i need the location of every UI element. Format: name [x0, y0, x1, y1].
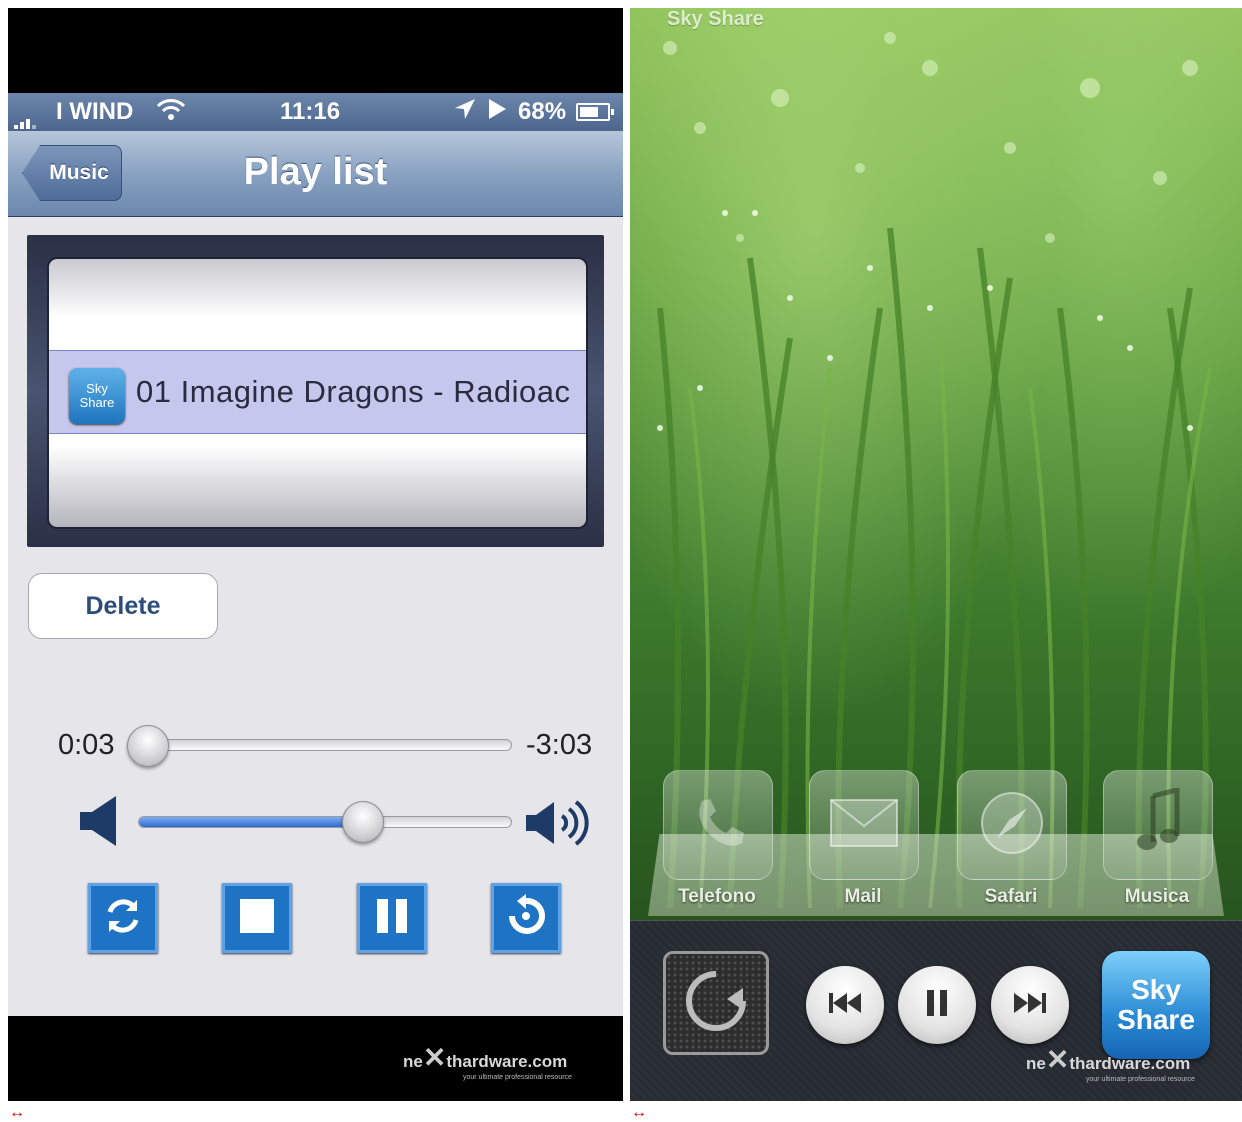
watermark: ne✕thardware.com your ultimate professio…: [403, 1041, 572, 1081]
delete-button[interactable]: Delete: [28, 573, 218, 639]
selected-track-row[interactable]: Sky Share 01 Imagine Dragons - Radioac: [49, 350, 586, 434]
previous-track-button[interactable]: [806, 966, 884, 1044]
navigation-bar: Music Play list: [8, 131, 623, 217]
volume-min-icon: [78, 794, 122, 853]
multitask-switcher-bar: Sky Share ne✕thardware.com your ultimate…: [630, 920, 1242, 1101]
stop-button[interactable]: [222, 883, 292, 953]
compass-icon: [977, 788, 1047, 863]
volume-max-icon: [524, 798, 596, 853]
dock-label-safari: Safari: [984, 886, 1038, 907]
dock-app-safari[interactable]: [957, 770, 1067, 880]
watermark-brand-b: thardware.com: [446, 1052, 568, 1071]
progress-track[interactable]: [140, 739, 512, 751]
rotation-lock-icon: [681, 966, 751, 1041]
music-note-icon: [1133, 786, 1183, 863]
dock-label-musica: Musica: [1124, 886, 1190, 907]
resize-arrow-icon: ↔: [631, 1104, 647, 1121]
watermark-brand-a: ne: [403, 1052, 423, 1071]
resize-arrow-icon: ↔: [9, 1104, 25, 1121]
picker-wheel[interactable]: Sky Share 01 Imagine Dragons - Radioac: [47, 257, 588, 529]
carrier-label: I WIND: [56, 98, 134, 125]
app-title-label: Sky Share: [667, 8, 764, 30]
watermark-brand-a: ne: [1026, 1054, 1046, 1073]
page-title: Play list: [243, 151, 388, 193]
top-letterbox: [8, 8, 623, 93]
next-track-icon: [1012, 991, 1048, 1020]
volume-track[interactable]: [138, 816, 512, 828]
icon-text-line2: Share: [79, 395, 115, 410]
dock-label-mail: Mail: [844, 886, 882, 907]
previous-track-icon: [827, 991, 863, 1020]
next-track-button[interactable]: [991, 966, 1069, 1044]
dock-label-telefono: Telefono: [678, 886, 756, 907]
watermark-tagline: your ultimate professional resource: [463, 1074, 572, 1081]
status-bar: I WIND 11:16 68%: [8, 93, 623, 131]
watermark-x-icon: ✕: [1045, 1044, 1070, 1075]
pause-icon: [373, 897, 411, 940]
mail-icon: [829, 798, 899, 853]
pause-icon: [923, 988, 951, 1023]
repeat-icon: [101, 894, 145, 943]
remaining-time: -3:03: [526, 729, 593, 761]
track-title: 01 Imagine Dragons - Radioac: [136, 374, 571, 409]
skyshare-text-line2: Share: [1117, 1004, 1195, 1035]
repeat-button[interactable]: [88, 883, 158, 953]
battery-icon: [576, 103, 614, 121]
skyshare-app-icon: Sky Share: [69, 368, 125, 424]
watermark-tagline: your ultimate professional resource: [1086, 1076, 1195, 1083]
status-time: 11:16: [280, 98, 341, 125]
volume-slider-thumb[interactable]: [342, 801, 385, 843]
play-indicator-icon: [486, 97, 508, 128]
ios-multitask-screen: Sky Share Telefono Mail Safari Musica Sk…: [630, 8, 1242, 1101]
volume-fill: [139, 817, 364, 827]
refresh-button[interactable]: [491, 883, 561, 953]
rotation-lock-button[interactable]: [663, 951, 769, 1055]
watermark-brand-b: thardware.com: [1069, 1054, 1191, 1073]
watermark: ne✕thardware.com your ultimate professio…: [1026, 1043, 1195, 1083]
location-arrow-icon: [453, 97, 477, 128]
music-playlist-screen: I WIND 11:16 68% Music Play list Sky Sha…: [8, 8, 623, 1101]
dock-app-mail[interactable]: [809, 770, 919, 880]
wifi-icon: [156, 96, 186, 129]
phone-icon: [688, 793, 748, 858]
battery-percent: 68%: [518, 98, 567, 125]
pause-media-button[interactable]: [898, 966, 976, 1044]
playlist-picker: Sky Share 01 Imagine Dragons - Radioac: [27, 235, 604, 547]
stop-icon: [238, 897, 276, 940]
watermark-x-icon: ✕: [422, 1042, 447, 1073]
icon-text-line1: Sky: [86, 381, 108, 396]
dock-app-telefono[interactable]: [663, 770, 773, 880]
pause-button[interactable]: [357, 883, 427, 953]
progress-slider-thumb[interactable]: [127, 725, 170, 767]
refresh-icon: [504, 893, 548, 943]
dock-app-musica[interactable]: [1103, 770, 1213, 880]
signal-icon: [14, 101, 38, 129]
elapsed-time: 0:03: [58, 729, 115, 761]
skyshare-text-line1: Sky: [1131, 974, 1181, 1005]
